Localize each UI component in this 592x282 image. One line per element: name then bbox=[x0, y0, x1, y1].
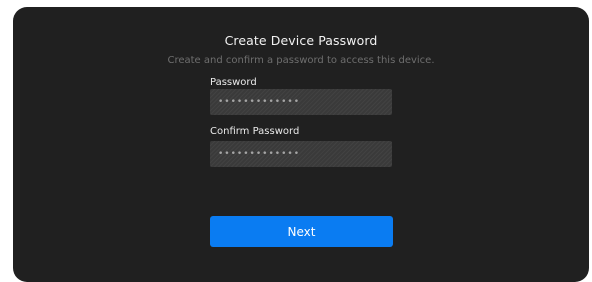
next-button[interactable]: Next bbox=[210, 216, 393, 247]
password-input[interactable] bbox=[210, 89, 392, 115]
confirm-password-label: Confirm Password bbox=[210, 126, 300, 137]
dialog-title: Create Device Password bbox=[224, 33, 378, 48]
dialog-subtitle: Create and confirm a password to access … bbox=[167, 55, 435, 66]
create-password-dialog: Create Device Password Create and confir… bbox=[13, 7, 589, 282]
confirm-password-input[interactable] bbox=[210, 141, 392, 167]
password-label: Password bbox=[210, 77, 257, 88]
